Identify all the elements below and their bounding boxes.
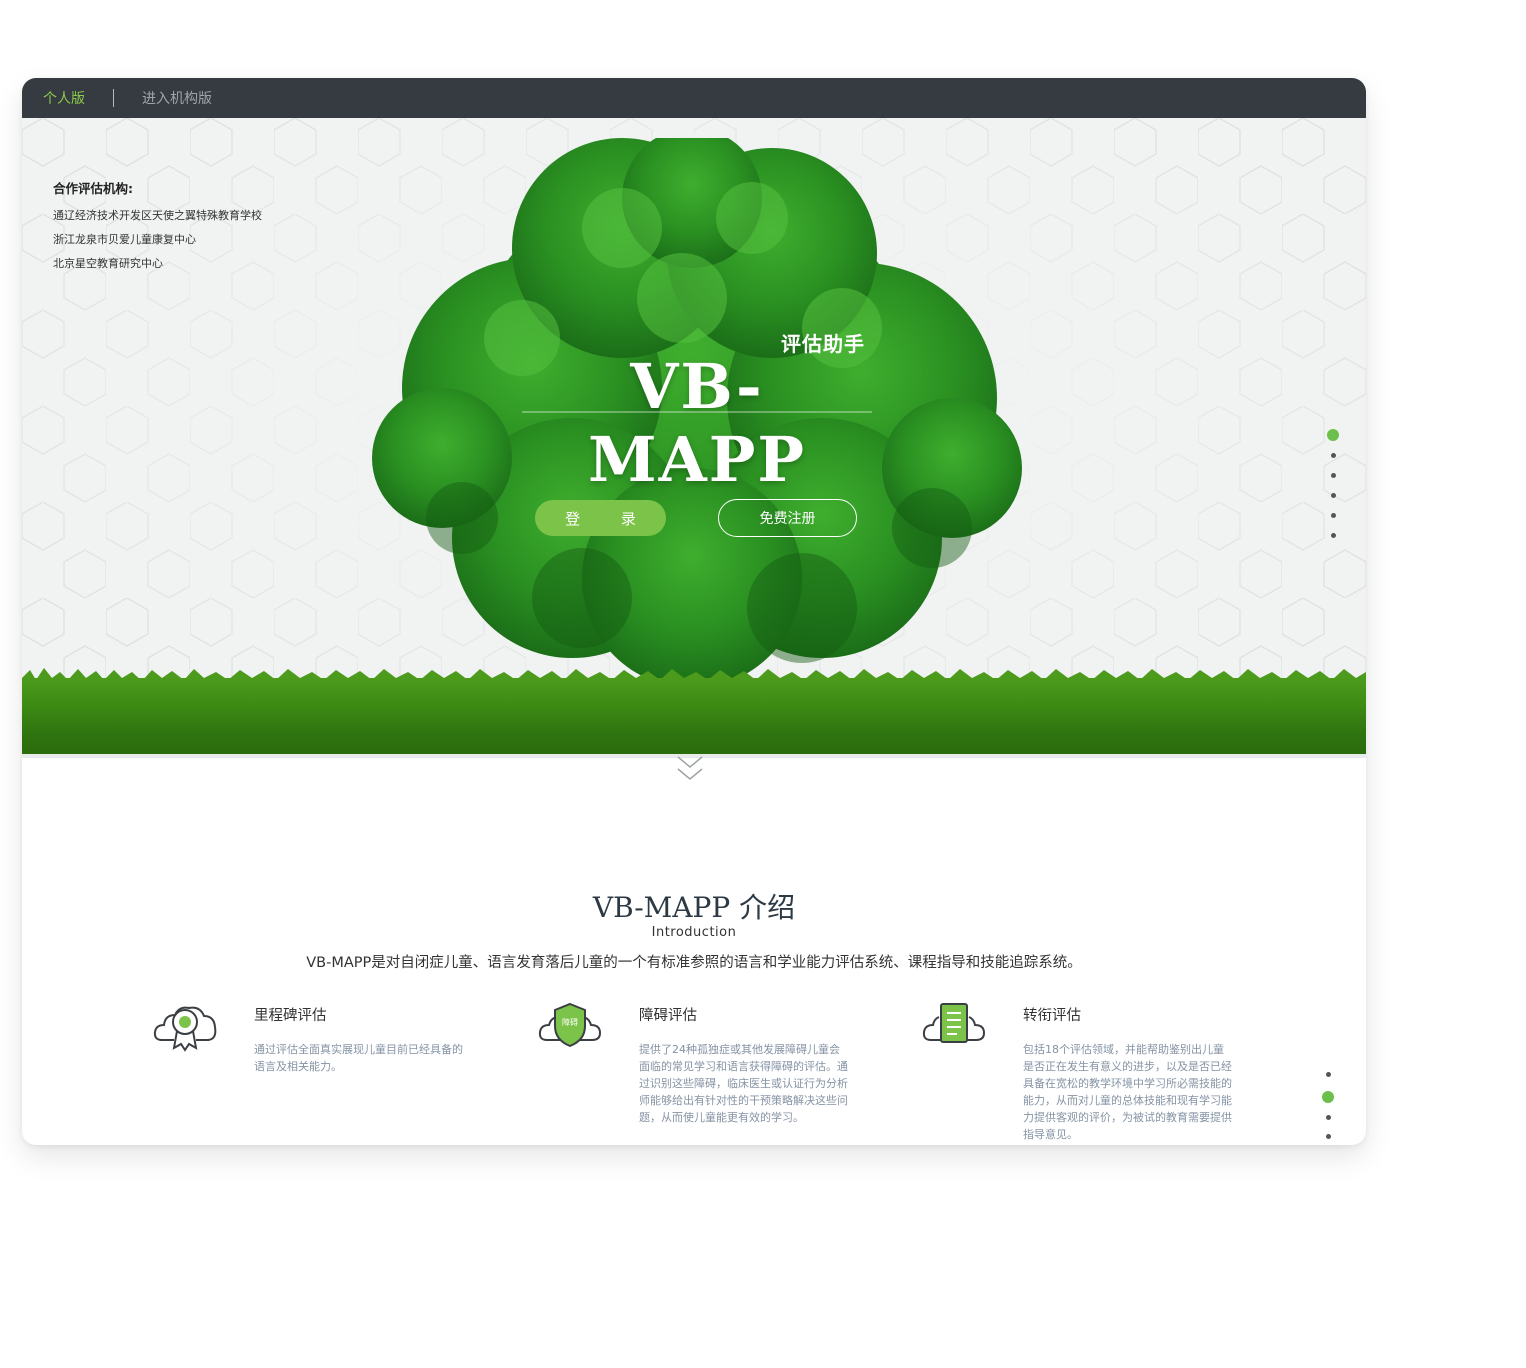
shield-badge-text: 障碍	[562, 1017, 578, 1027]
feature-text-line: 题，从而使儿童能更有效的学习。	[639, 1111, 804, 1124]
feature-text-line: 师能够给出有针对性的干预策略解决这些问	[639, 1094, 848, 1107]
register-button[interactable]: 免费注册	[718, 499, 857, 537]
pagination-dot[interactable]	[1325, 1115, 1331, 1120]
feature-text-line: 提供了24种孤独症或其他发展障碍儿童会	[639, 1043, 840, 1056]
pagination-dot[interactable]	[1330, 473, 1336, 478]
shield-cloud-icon: 障碍	[538, 1002, 602, 1048]
feature-text-line: 能力，从而对儿童的总体技能和现有学习能	[1023, 1094, 1232, 1107]
pagination-dot[interactable]	[1330, 453, 1336, 458]
feature-text-line: 力提供客观的评价，为被试的教育需要提供	[1023, 1111, 1232, 1124]
hero-banner: 合作评估机构: 通辽经济技术开发区天使之翼特殊教育学校 浙江龙泉市贝爱儿童康复中…	[22, 118, 1366, 758]
feature-text: 提供了24种孤独症或其他发展障碍儿童会 面临的常见学习和语言获得障碍的评估。通 …	[639, 1041, 869, 1126]
feature-text-line: 语言及相关能力。	[254, 1060, 342, 1073]
partner-item: 浙江龙泉市贝爱儿童康复中心	[53, 233, 196, 246]
document-cloud-icon	[922, 1003, 986, 1043]
feature-text-line: 通过评估全面真实展现儿童目前已经具备的	[254, 1043, 463, 1056]
feature-title: 障碍评估	[639, 1008, 697, 1024]
pagination-dot[interactable]	[1330, 533, 1336, 538]
feature-text-line: 是否正在发生有意义的进步，以及是否已经	[1023, 1060, 1232, 1073]
tab-institution[interactable]: 进入机构版	[142, 88, 212, 108]
pagination-dot[interactable]	[1325, 1134, 1331, 1139]
tab-personal[interactable]: 个人版	[43, 88, 85, 108]
award-ribbon-cloud-icon	[153, 1006, 217, 1052]
pagination-dot-active[interactable]	[1322, 1091, 1334, 1103]
intro-subtitle: Introduction	[651, 925, 737, 940]
partner-item: 北京星空教育研究中心	[53, 257, 163, 270]
section-pagination	[1322, 1072, 1334, 1145]
pagination-dot[interactable]	[1330, 513, 1336, 518]
brand-underline	[522, 411, 872, 413]
intro-description: VB-MAPP是对自闭症儿童、语言发育落后儿童的一个有标准参照的语言和学业能力评…	[306, 955, 1082, 971]
pagination-dot[interactable]	[1325, 1072, 1331, 1077]
browser-frame: 个人版 进入机构版 合作评估机构: 通辽经济技术开发区天使之翼特殊教育学校 浙江…	[22, 78, 1366, 1145]
feature-text-line: 指导意见。	[1023, 1128, 1078, 1141]
scroll-down-chevron-icon[interactable]	[674, 751, 706, 785]
feature-text: 通过评估全面真实展现儿童目前已经具备的 语言及相关能力。	[254, 1041, 494, 1075]
pagination-dot-active[interactable]	[1327, 429, 1339, 441]
brand-title: VB-MAPP	[588, 350, 806, 496]
feature-text-line: 过识别这些障碍，临床医生或认证行为分析	[639, 1077, 848, 1090]
feature-text-line: 具备在宽松的教学环境中学习所必需技能的	[1023, 1077, 1232, 1090]
partner-item: 通辽经济技术开发区天使之翼特殊教育学校	[53, 209, 262, 222]
grass-field	[22, 678, 1366, 758]
feature-text-line: 包括18个评估领域，并能帮助鉴别出儿童	[1023, 1043, 1224, 1056]
pagination-dot[interactable]	[1330, 493, 1336, 498]
feature-title: 转衔评估	[1023, 1008, 1081, 1024]
intro-title: VB-MAPP 介绍	[592, 891, 796, 924]
login-button[interactable]: 登 录	[535, 500, 666, 536]
tab-divider	[113, 89, 114, 107]
feature-text-line: 面临的常见学习和语言获得障碍的评估。通	[639, 1060, 848, 1073]
hero-pagination	[1327, 429, 1339, 553]
top-bar: 个人版 进入机构版	[22, 78, 1366, 118]
feature-text: 包括18个评估领域，并能帮助鉴别出儿童 是否正在发生有意义的进步，以及是否已经 …	[1023, 1041, 1253, 1143]
partner-institutions: 合作评估机构: 通辽经济技术开发区天使之翼特殊教育学校 浙江龙泉市贝爱儿童康复中…	[53, 178, 262, 276]
partners-title: 合作评估机构:	[53, 181, 133, 196]
feature-title: 里程碑评估	[254, 1008, 327, 1024]
